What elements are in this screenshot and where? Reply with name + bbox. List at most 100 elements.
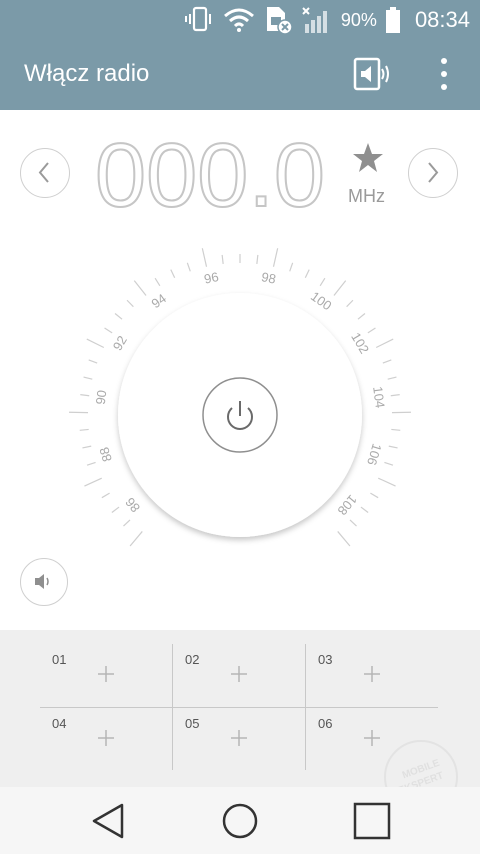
dial-tick xyxy=(86,338,105,349)
dial-tick xyxy=(84,477,102,487)
preset-slot-04[interactable]: 04 xyxy=(40,708,172,770)
home-icon[interactable] xyxy=(220,801,260,841)
preset-number: 02 xyxy=(185,652,200,667)
dial-tick xyxy=(186,262,191,272)
dial-tick xyxy=(79,428,89,431)
dial-label: 98 xyxy=(260,269,277,287)
dial-tick xyxy=(378,477,396,487)
dial-tick xyxy=(319,277,326,287)
dial-tick xyxy=(88,359,98,364)
dial-tick xyxy=(82,445,92,449)
dial-tick xyxy=(104,327,113,334)
recents-icon[interactable] xyxy=(352,801,392,841)
dial-tick xyxy=(272,248,279,267)
preset-number: 05 xyxy=(185,716,200,731)
add-preset-icon xyxy=(98,730,114,746)
sim-error-icon xyxy=(266,7,293,35)
dial-tick xyxy=(382,359,392,364)
preset-number: 04 xyxy=(52,716,67,731)
dial-tick xyxy=(289,262,294,272)
preset-slot-03[interactable]: 03 xyxy=(306,644,438,706)
tuner-area: 000.0 MHz 86 88 90 92 94 96 98 100 102 104 106 108 xyxy=(0,110,480,630)
dial-tick xyxy=(111,506,120,513)
volume-button[interactable] xyxy=(20,558,68,606)
wifi-icon xyxy=(223,8,254,32)
dial-tick xyxy=(387,376,397,380)
back-icon[interactable] xyxy=(88,801,128,841)
dial-label: 104 xyxy=(370,386,388,409)
preset-slot-01[interactable]: 01 xyxy=(40,644,172,706)
dial-tick xyxy=(101,492,110,499)
dial-tick xyxy=(375,338,394,349)
dial-tick xyxy=(388,445,398,449)
dial-label: 102 xyxy=(348,330,372,356)
preset-number: 03 xyxy=(318,652,333,667)
dial-tick xyxy=(357,313,366,320)
dial-tick xyxy=(86,461,96,466)
power-button[interactable] xyxy=(202,377,278,453)
status-icons: 90% 08:34 xyxy=(184,0,470,40)
dial-label: 86 xyxy=(122,495,143,516)
volume-icon xyxy=(35,574,49,589)
dial-tick xyxy=(154,277,161,287)
clock: 08:34 xyxy=(414,7,470,32)
dial-tick xyxy=(346,299,354,308)
speaker-output-icon[interactable] xyxy=(352,54,392,94)
dial-tick xyxy=(337,531,351,547)
tuning-dial[interactable]: 86 88 90 92 94 96 98 100 102 104 106 108 xyxy=(40,230,440,550)
dial-tick xyxy=(123,519,131,527)
dial-label: 100 xyxy=(308,289,334,314)
battery-icon xyxy=(385,7,400,33)
app-bar: Włącz radio xyxy=(0,40,480,110)
next-station-button[interactable] xyxy=(408,148,458,198)
prev-chevron-icon xyxy=(38,162,49,183)
dial-tick xyxy=(80,394,90,397)
dial-tick xyxy=(126,299,134,308)
dial-tick xyxy=(304,269,310,279)
navigation-bar xyxy=(0,787,480,854)
dial-label: 108 xyxy=(335,492,360,518)
next-chevron-icon xyxy=(428,162,439,183)
dial-tick xyxy=(114,313,123,320)
dial-tick xyxy=(333,280,347,296)
dial-tick xyxy=(201,248,208,267)
dial-tick xyxy=(170,269,176,279)
preset-number: 06 xyxy=(318,716,333,731)
dial-tick xyxy=(360,506,369,513)
overflow-menu-icon[interactable] xyxy=(430,54,458,94)
page-title: Włącz radio xyxy=(24,60,150,87)
frequency-readout: 000.0 xyxy=(95,134,325,214)
dial-tick xyxy=(384,461,394,466)
status-bar: 90% 08:34 xyxy=(0,0,480,40)
preset-slot-02[interactable]: 02 xyxy=(173,644,305,706)
dial-tick xyxy=(349,519,357,527)
dial-tick xyxy=(390,394,400,397)
dial-tick xyxy=(391,428,401,431)
dial-label: 96 xyxy=(203,269,220,287)
favorite-star-icon[interactable] xyxy=(350,140,386,176)
dial-tick xyxy=(133,280,147,296)
dial-label: 90 xyxy=(93,389,110,405)
battery-percent: 90% xyxy=(340,9,377,30)
prev-station-button[interactable] xyxy=(20,148,70,198)
preset-slot-05[interactable]: 05 xyxy=(173,708,305,770)
add-preset-icon xyxy=(364,666,380,682)
dial-label: 88 xyxy=(96,445,114,463)
add-preset-icon xyxy=(231,730,247,746)
frequency-display: 000.0 xyxy=(94,134,326,214)
dial-label: 94 xyxy=(149,291,169,312)
dial-label: 106 xyxy=(364,442,385,467)
add-preset-icon xyxy=(364,730,380,746)
preset-number: 01 xyxy=(52,652,67,667)
dial-label: 92 xyxy=(110,333,130,353)
add-preset-icon xyxy=(231,666,247,682)
dial-tick xyxy=(83,376,93,380)
add-preset-icon xyxy=(98,666,114,682)
dial-tick xyxy=(129,531,143,547)
dial-tick xyxy=(367,327,376,334)
vibrate-icon xyxy=(184,6,211,32)
signal-icon xyxy=(302,7,327,33)
frequency-unit: MHz xyxy=(348,186,385,206)
dial-tick xyxy=(256,254,259,265)
dial-tick xyxy=(221,254,224,265)
